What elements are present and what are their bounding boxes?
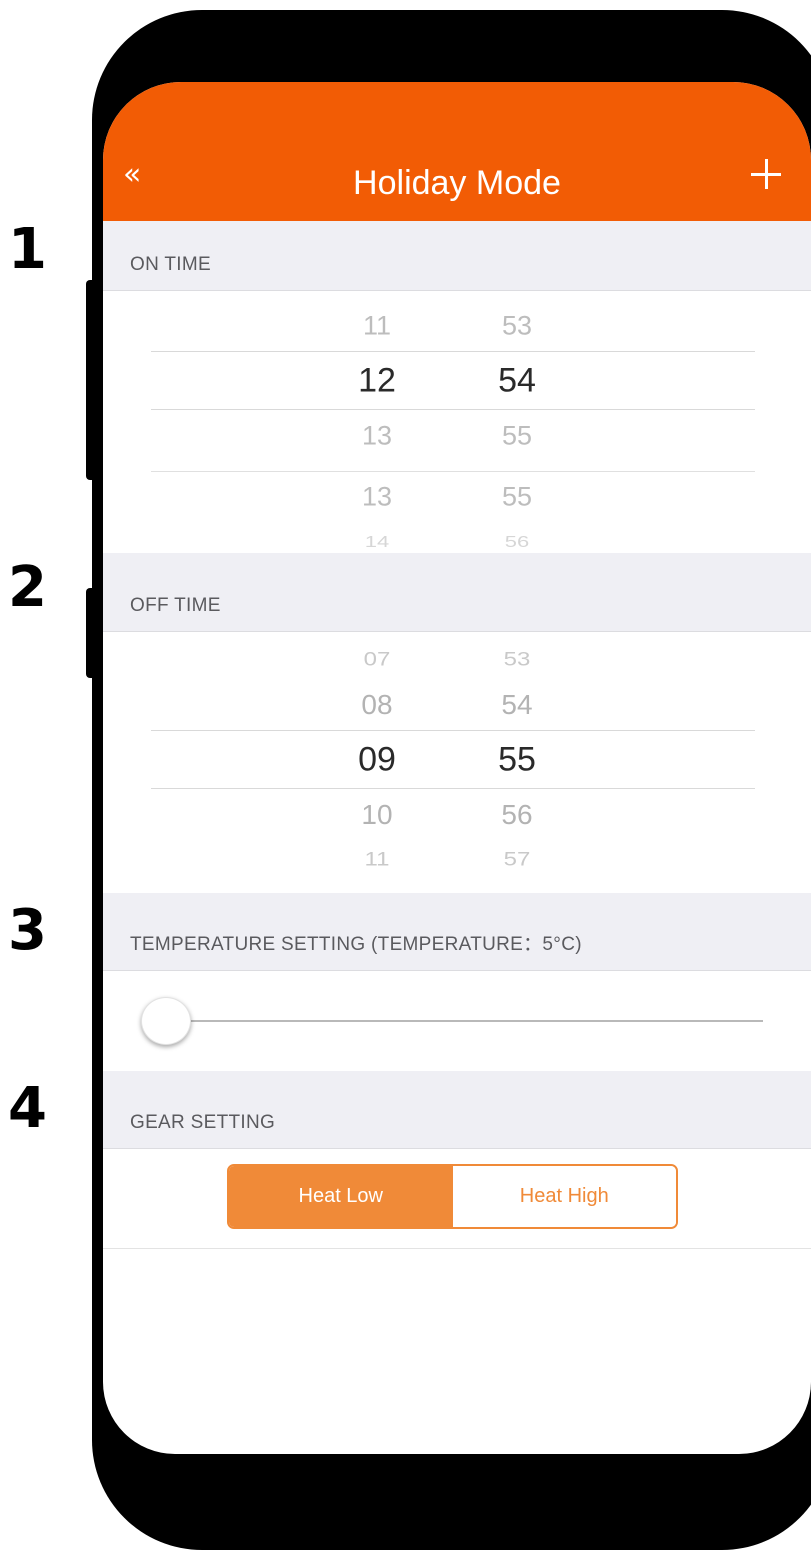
off-time-label: OFF TIME bbox=[130, 595, 221, 616]
heat-high-button[interactable]: Heat High bbox=[452, 1166, 676, 1227]
picker-selection-line bbox=[151, 730, 755, 731]
on-time-picker[interactable]: 11 53 12 54 13 55 13 55 14 56 bbox=[103, 291, 811, 553]
plus-icon[interactable] bbox=[751, 159, 781, 189]
on-time-minute-option[interactable]: 55 bbox=[502, 482, 532, 513]
on-time-hour-option[interactable]: 11 bbox=[363, 311, 391, 342]
slider-track[interactable] bbox=[163, 1020, 763, 1022]
off-time-minute-option[interactable]: 56 bbox=[501, 799, 532, 831]
step-number-2: 2 bbox=[8, 555, 47, 620]
off-time-selected-minute[interactable]: 55 bbox=[498, 741, 536, 780]
off-time-hour-option[interactable]: 10 bbox=[361, 799, 392, 831]
step-number-4: 4 bbox=[8, 1076, 47, 1141]
on-time-hour-option[interactable]: 13 bbox=[362, 482, 392, 513]
off-time-selected-hour[interactable]: 09 bbox=[358, 741, 396, 780]
temperature-header: TEMPERATURE SETTING (TEMPERATURE：5°C) bbox=[103, 893, 811, 971]
step-number-3: 3 bbox=[8, 898, 47, 963]
on-time-minute-option[interactable]: 53 bbox=[502, 311, 532, 342]
off-time-hour-option[interactable]: 07 bbox=[364, 649, 391, 671]
picker-selection-line bbox=[151, 788, 755, 789]
gear-label: GEAR SETTING bbox=[130, 1112, 276, 1133]
heat-low-button[interactable]: Heat Low bbox=[229, 1166, 453, 1227]
temperature-slider[interactable] bbox=[103, 971, 811, 1071]
slider-thumb[interactable] bbox=[141, 997, 191, 1045]
temperature-label: TEMPERATURE SETTING (TEMPERATURE：5°C) bbox=[130, 934, 582, 955]
picker-divider bbox=[151, 471, 755, 472]
on-time-label: ON TIME bbox=[130, 254, 211, 275]
app-screen: « Holiday Mode ON TIME 11 53 12 54 13 55… bbox=[103, 82, 811, 1454]
step-number-1: 1 bbox=[8, 217, 47, 282]
on-time-minute-option[interactable]: 56 bbox=[505, 533, 529, 551]
off-time-picker[interactable]: 07 53 08 54 09 55 10 56 11 57 bbox=[103, 632, 811, 892]
off-time-minute-option[interactable]: 53 bbox=[504, 649, 531, 671]
on-time-hour-option[interactable]: 13 bbox=[362, 421, 392, 452]
gear-segmented-control: Heat Low Heat High bbox=[227, 1164, 678, 1229]
gear-header: GEAR SETTING bbox=[103, 1071, 811, 1149]
on-time-hour-option[interactable]: 14 bbox=[365, 533, 389, 551]
off-time-minute-option[interactable]: 57 bbox=[504, 849, 531, 871]
on-time-minute-option[interactable]: 55 bbox=[502, 421, 532, 452]
on-time-selected-minute[interactable]: 54 bbox=[498, 362, 536, 401]
on-time-header: ON TIME bbox=[103, 221, 811, 291]
off-time-header: OFF TIME bbox=[103, 553, 811, 632]
off-time-minute-option[interactable]: 54 bbox=[501, 689, 532, 721]
picker-selection-line bbox=[151, 409, 755, 410]
on-time-selected-hour[interactable]: 12 bbox=[358, 362, 396, 401]
picker-selection-line bbox=[151, 351, 755, 352]
page-title: Holiday Mode bbox=[353, 164, 561, 202]
gear-setting-area: Heat Low Heat High bbox=[103, 1149, 811, 1249]
off-time-hour-option[interactable]: 11 bbox=[365, 849, 390, 871]
off-time-hour-option[interactable]: 08 bbox=[361, 689, 392, 721]
header-bar: « Holiday Mode bbox=[103, 82, 811, 221]
